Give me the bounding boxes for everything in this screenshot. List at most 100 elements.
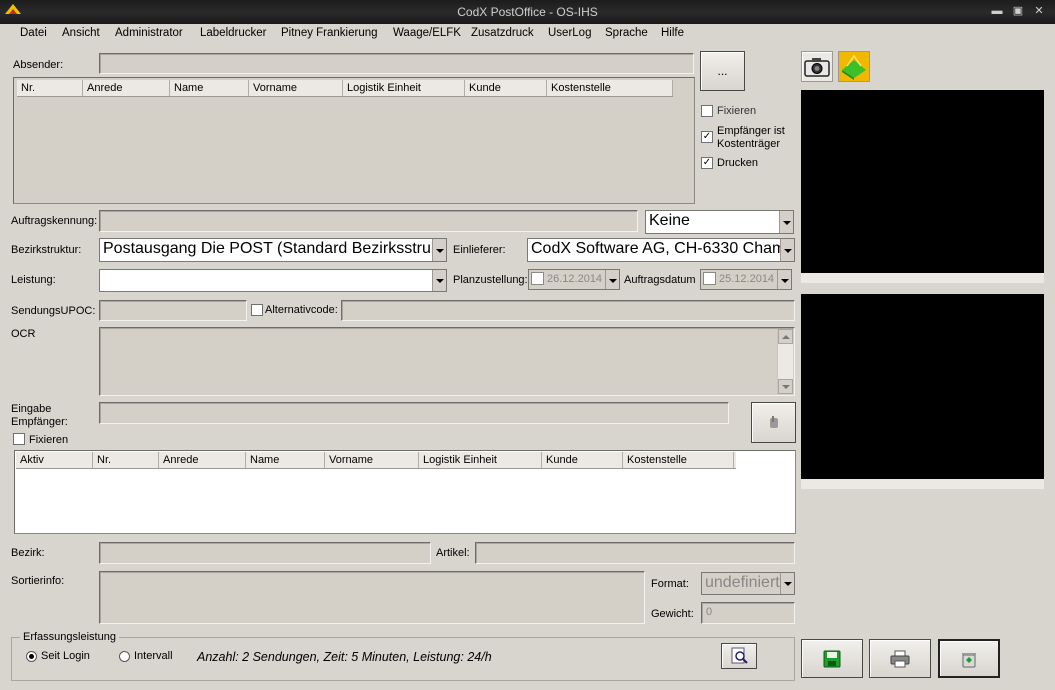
empfaenger-col-anrede[interactable]: Anrede: [159, 452, 246, 468]
ocr-label: OCR: [11, 328, 36, 340]
chevron-down-icon: [432, 270, 446, 291]
alternativcode-checkbox[interactable]: [251, 304, 263, 316]
fixieren-checkbox[interactable]: [701, 105, 713, 117]
planzustellung-date[interactable]: 26.12.2014: [528, 269, 620, 290]
pointer-button[interactable]: [751, 402, 796, 443]
absender-col-anrede[interactable]: Anrede: [83, 80, 170, 96]
bezirk-label: Bezirk:: [11, 547, 45, 559]
menu-labeldrucker[interactable]: Labeldrucker: [200, 27, 266, 39]
camera-preview-top: [801, 90, 1044, 283]
planzustellung-label: Planzustellung:: [453, 274, 528, 286]
empfaenger-col-vorname[interactable]: Vorname: [325, 452, 419, 468]
ocr-textarea[interactable]: [99, 327, 795, 396]
seit-login-label: Seit Login: [41, 650, 90, 662]
scanner-button[interactable]: [838, 51, 870, 82]
menu-pitney-frankierung[interactable]: Pitney Frankierung: [281, 27, 378, 39]
menu-sprache[interactable]: Sprache: [605, 27, 648, 39]
menu-administrator[interactable]: Administrator: [115, 27, 183, 39]
eingabe-fixieren-label: Fixieren: [29, 434, 69, 446]
erfassung-summary: Anzahl: 2 Sendungen, Zeit: 5 Minuten, Le…: [197, 650, 492, 664]
eingabe-empfaenger-input[interactable]: [99, 402, 729, 424]
sendungsupoc-input[interactable]: [99, 300, 247, 321]
auftragskennung-input[interactable]: [99, 210, 638, 232]
maximize-button[interactable]: ▣: [1010, 4, 1026, 18]
format-select[interactable]: undefiniert: [701, 572, 795, 595]
menu-datei[interactable]: Datei: [20, 27, 47, 39]
window-title: CodX PostOffice - OS-IHS: [457, 5, 598, 19]
chevron-down-icon: [605, 270, 619, 289]
save-button[interactable]: [801, 639, 863, 678]
menu-waage-elfk[interactable]: Waage/ELFK: [393, 27, 461, 39]
empfaenger-col-name[interactable]: Name: [246, 452, 325, 468]
menu-hilfe[interactable]: Hilfe: [661, 27, 684, 39]
auftragskennung-select[interactable]: Keine: [645, 210, 794, 234]
auftragsdatum-checkbox[interactable]: [703, 272, 716, 285]
search-button[interactable]: [721, 643, 757, 669]
planzustellung-checkbox[interactable]: [531, 272, 544, 285]
absender-col-kunde[interactable]: Kunde: [465, 80, 547, 96]
bezirk-input[interactable]: [99, 542, 431, 564]
magnifier-icon: [731, 647, 748, 664]
close-button[interactable]: ✕: [1031, 4, 1047, 18]
absender-col-logistik[interactable]: Logistik Einheit: [343, 80, 465, 96]
auftragskennung-select-value: Keine: [649, 212, 690, 229]
auftragsdatum-date[interactable]: 25.12.2014: [700, 269, 792, 290]
absender-col-kostenstelle[interactable]: Kostenstelle: [547, 80, 673, 96]
absender-browse-button[interactable]: ...: [700, 51, 745, 91]
empfaenger-col-aktiv[interactable]: Aktiv: [16, 452, 93, 468]
drucken-checkbox[interactable]: ✓: [701, 157, 713, 169]
minimize-button[interactable]: ▬: [989, 4, 1005, 18]
save-icon: [823, 650, 841, 668]
intervall-radio[interactable]: [119, 651, 130, 662]
menu-userlog[interactable]: UserLog: [548, 27, 591, 39]
ocr-scrollbar[interactable]: [777, 329, 793, 394]
drucken-label: Drucken: [717, 157, 758, 169]
scroll-up-icon[interactable]: [778, 329, 793, 344]
clear-button[interactable]: [938, 639, 1000, 678]
print-button[interactable]: [869, 639, 931, 678]
kostentraeger-checkbox[interactable]: ✓: [701, 131, 713, 143]
recycle-icon: [962, 653, 976, 668]
leistung-label: Leistung:: [11, 274, 56, 286]
eingabe-fixieren-checkbox[interactable]: [13, 433, 25, 445]
title-bar: CodX PostOffice - OS-IHS ▬ ▣ ✕: [0, 0, 1055, 24]
empfaenger-col-kunde[interactable]: Kunde: [542, 452, 623, 468]
fixieren-label: Fixieren: [717, 105, 757, 117]
absender-col-name[interactable]: Name: [170, 80, 249, 96]
sortierinfo-textarea[interactable]: [99, 571, 645, 624]
camera-icon: [804, 58, 830, 77]
leistung-select[interactable]: [99, 269, 447, 292]
sendungsupoc-label: SendungsUPOC:: [11, 305, 96, 317]
artikel-input[interactable]: [475, 542, 795, 564]
camera-preview-bottom: [801, 294, 1044, 489]
menu-zusatzdruck[interactable]: Zusatzdruck: [471, 27, 534, 39]
eingabe-empfaenger-label: Eingabe Empfänger:: [11, 403, 68, 428]
printer-icon: [890, 650, 910, 668]
einlieferer-select[interactable]: CodX Software AG, CH-6330 Cham: [527, 238, 795, 262]
kostentraeger-label: Empfänger ist Kostenträger: [717, 125, 785, 150]
scanner-icon: [839, 52, 869, 81]
scroll-down-icon[interactable]: [778, 379, 793, 394]
intervall-label: Intervall: [134, 650, 173, 662]
auftragsdatum-label: Auftragsdatum: [624, 274, 696, 286]
bezirkstruktur-select[interactable]: Postausgang Die POST (Standard Bezirksst…: [99, 238, 447, 262]
empfaenger-col-logistik[interactable]: Logistik Einheit: [419, 452, 542, 468]
absender-col-vorname[interactable]: Vorname: [249, 80, 343, 96]
absender-col-nr[interactable]: Nr.: [17, 80, 83, 96]
gewicht-input[interactable]: 0: [701, 602, 795, 624]
empfaenger-col-nr[interactable]: Nr.: [93, 452, 159, 468]
chevron-down-icon: [780, 573, 794, 594]
format-value: undefiniert: [705, 574, 780, 591]
menu-bar: Datei Ansicht Administrator Labeldrucker…: [0, 24, 1055, 44]
seit-login-radio[interactable]: [26, 651, 37, 662]
erfassungsleistung-title: Erfassungsleistung: [20, 631, 119, 643]
empfaenger-col-kostenstelle[interactable]: Kostenstelle: [623, 452, 734, 468]
empfaenger-table[interactable]: Aktiv Nr. Anrede Name Vorname Logistik E…: [14, 450, 796, 534]
absender-table[interactable]: Nr. Anrede Name Vorname Logistik Einheit…: [13, 77, 695, 204]
absender-input[interactable]: [99, 53, 694, 74]
alternativcode-input[interactable]: [341, 300, 795, 321]
format-label: Format:: [651, 578, 689, 590]
menu-ansicht[interactable]: Ansicht: [62, 27, 100, 39]
planzustellung-value: 26.12.2014: [547, 273, 603, 285]
camera-button[interactable]: [801, 51, 833, 82]
